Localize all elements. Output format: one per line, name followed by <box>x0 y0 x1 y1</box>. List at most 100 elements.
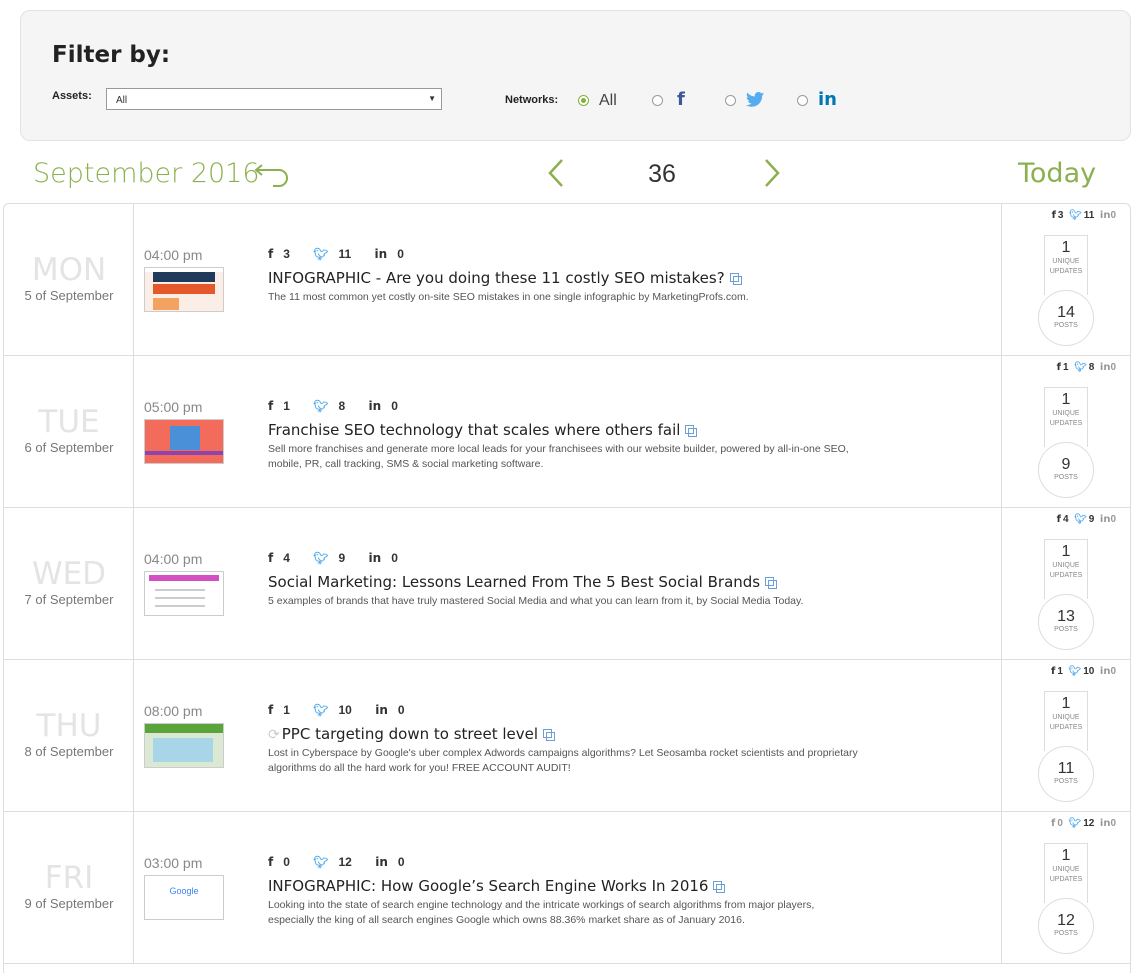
posts-count-circle[interactable]: 13 POSTS <box>1038 594 1094 650</box>
day-row: THU 8 of September 08:00 pm f1 🐦︎ 10 in 0 … <box>4 660 1130 812</box>
summary-linkedin-count: 0 <box>1110 514 1116 525</box>
posts-label: POSTS <box>1054 322 1078 329</box>
copy-icon[interactable] <box>543 729 556 741</box>
networks-label: Networks: <box>505 94 559 106</box>
twitter-icon <box>746 92 764 107</box>
unique-label: UNIQUE <box>1052 714 1080 721</box>
linkedin-count: 0 <box>397 703 405 717</box>
facebook-icon: f <box>1056 514 1061 525</box>
posts-count-circle[interactable]: 9 POSTS <box>1038 442 1094 498</box>
day-date: 5 of September <box>24 288 114 303</box>
network-radio-linkedin[interactable] <box>797 95 808 106</box>
post-description: Lost in Cyberspace by Google's uber comp… <box>268 747 858 774</box>
unique-updates-count: 1 <box>1061 695 1071 712</box>
updates-label: UPDATES <box>1049 420 1083 427</box>
post-thumbnail[interactable] <box>144 723 224 768</box>
post-title[interactable]: INFOGRAPHIC - Are you doing these 11 cos… <box>268 269 742 287</box>
facebook-icon: f <box>268 855 274 869</box>
linkedin-icon: in <box>1099 362 1111 373</box>
day-date: 9 of September <box>24 896 114 911</box>
facebook-icon: f <box>268 399 274 413</box>
refresh-icon: ⟳ <box>268 727 280 743</box>
copy-icon[interactable] <box>713 881 726 893</box>
day-cell: THU 8 of September <box>4 660 134 811</box>
post-title[interactable]: Franchise SEO technology that scales whe… <box>268 421 698 439</box>
linkedin-icon: in <box>375 855 388 869</box>
copy-icon[interactable] <box>765 577 778 589</box>
day-row: FRI 9 of September 03:00 pm Google f0 🐦︎… <box>4 812 1130 964</box>
filter-title: Filter by: <box>52 42 171 68</box>
facebook-count: 4 <box>283 551 290 565</box>
post-network-counts: f0 🐦︎ 12 in 0 <box>268 855 425 869</box>
post-thumbnail[interactable] <box>144 571 224 616</box>
linkedin-icon: in <box>1099 666 1111 677</box>
copy-icon[interactable] <box>685 425 698 437</box>
day-name: TUE <box>38 404 100 440</box>
summary-facebook-count: 0 <box>1057 818 1063 829</box>
post-thumbnail[interactable] <box>144 267 224 312</box>
unique-updates-box[interactable]: 1 UNIQUE UPDATES <box>1044 691 1088 751</box>
unique-updates-box[interactable]: 1 UNIQUE UPDATES <box>1044 843 1088 903</box>
unique-label: UNIQUE <box>1052 258 1080 265</box>
unique-label: UNIQUE <box>1052 410 1080 417</box>
post-time: 08:00 pm <box>144 703 203 719</box>
summary-facebook-count: 3 <box>1057 210 1064 221</box>
facebook-icon: f <box>268 703 274 717</box>
unique-label: UNIQUE <box>1052 562 1080 569</box>
post-title[interactable]: INFOGRAPHIC: How Google’s Search Engine … <box>268 877 726 895</box>
back-to-current-icon[interactable] <box>253 162 291 188</box>
twitter-icon: 🐦︎ <box>1069 210 1082 221</box>
post-thumbnail[interactable] <box>144 419 224 464</box>
network-radio-facebook[interactable] <box>652 95 663 106</box>
linkedin-icon: in <box>375 703 388 717</box>
unique-label: UNIQUE <box>1052 866 1080 873</box>
post-title-text: Social Marketing: Lessons Learned From T… <box>268 573 761 591</box>
day-date: 6 of September <box>24 440 114 455</box>
facebook-icon: f <box>1056 362 1061 373</box>
summary-twitter-count: 8 <box>1088 362 1095 373</box>
facebook-count: 1 <box>283 399 290 413</box>
today-button[interactable]: Today <box>1018 158 1096 189</box>
day-date: 8 of September <box>24 744 114 759</box>
assets-select[interactable]: All ▼ <box>106 88 442 110</box>
post-title[interactable]: Social Marketing: Lessons Learned From T… <box>268 573 778 591</box>
unique-updates-count: 1 <box>1061 239 1071 256</box>
post-thumbnail[interactable]: Google <box>144 875 224 920</box>
facebook-icon: f <box>1051 818 1056 829</box>
unique-updates-box[interactable]: 1 UNIQUE UPDATES <box>1044 539 1088 599</box>
twitter-icon: 🐦︎ <box>1068 818 1082 829</box>
posts-count-circle[interactable]: 12 POSTS <box>1038 898 1094 954</box>
unique-updates-box[interactable]: 1 UNIQUE UPDATES <box>1044 387 1088 447</box>
copy-icon[interactable] <box>729 273 742 285</box>
post-description: Looking into the state of search engine … <box>268 899 815 926</box>
network-all-label: All <box>599 92 617 109</box>
posts-count-circle[interactable]: 11 POSTS <box>1038 746 1094 802</box>
updates-label: UPDATES <box>1049 268 1083 275</box>
post-title-text: INFOGRAPHIC: How Google’s Search Engine … <box>268 877 709 895</box>
twitter-icon: 🐦︎ <box>313 399 329 413</box>
next-week-button[interactable] <box>762 158 782 188</box>
post-title[interactable]: ⟳ PPC targeting down to street level <box>268 725 556 743</box>
twitter-icon: 🐦︎ <box>313 855 329 869</box>
network-radio-twitter[interactable] <box>725 95 736 106</box>
linkedin-count: 0 <box>397 855 405 869</box>
filter-panel: Filter by: Assets: All ▼ Networks: All f… <box>20 10 1131 141</box>
facebook-count: 1 <box>283 703 290 717</box>
twitter-icon: 🐦︎ <box>313 551 329 565</box>
summary-twitter-count: 11 <box>1083 210 1095 221</box>
network-radio-all[interactable] <box>578 95 589 106</box>
post-time: 05:00 pm <box>144 399 203 415</box>
prev-week-button[interactable] <box>546 158 566 188</box>
summary-twitter-count: 12 <box>1083 818 1095 829</box>
day-name: FRI <box>44 860 94 896</box>
facebook-icon: f <box>268 247 274 261</box>
unique-updates-box[interactable]: 1 UNIQUE UPDATES <box>1044 235 1088 295</box>
unique-updates-count: 1 <box>1061 847 1071 864</box>
summary-network-counts: f4 🐦︎ 9 in0 <box>1057 514 1116 525</box>
summary-facebook-count: 1 <box>1062 362 1069 373</box>
posts-count-circle[interactable]: 14 POSTS <box>1038 290 1094 346</box>
day-summary: f1 🐦︎ 10 in0 1 UNIQUE UPDATES 11 POSTS <box>1001 660 1130 811</box>
post-network-counts: f1 🐦︎ 8 in 0 <box>268 399 418 413</box>
post-network-counts: f4 🐦︎ 9 in 0 <box>268 551 418 565</box>
post-time: 04:00 pm <box>144 247 203 263</box>
